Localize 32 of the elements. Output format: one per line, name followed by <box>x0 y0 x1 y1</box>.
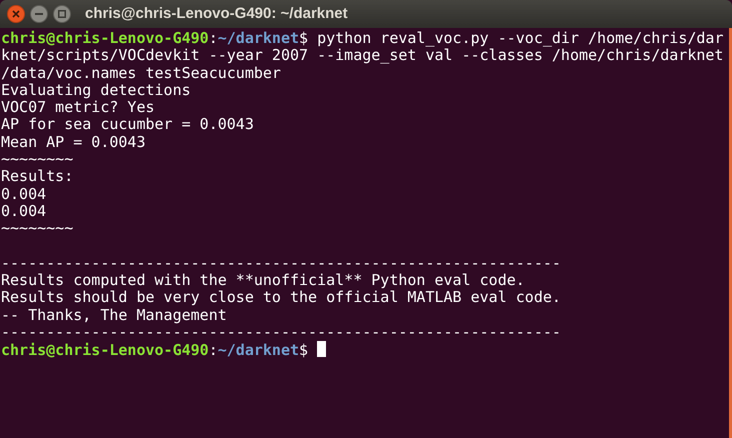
output-line: 0.004 <box>1 202 46 220</box>
minimize-icon <box>35 13 43 15</box>
output-line: Results should be very close to the official MATLAB eval code. <box>1 289 561 307</box>
output-line: Results: <box>1 168 74 186</box>
prompt-user-host: chris@chris-Lenovo-G490 <box>1 29 209 47</box>
output-line: Mean AP = 0.0043 <box>1 134 146 152</box>
output-line: knet/scripts/VOCdevkit --year 2007 --image_set val --classes /home/chris/darknet <box>1 47 724 65</box>
close-icon <box>12 10 20 18</box>
maximize-button[interactable] <box>53 5 71 23</box>
window-title: chris@chris-Lenovo-G490: ~/darknet <box>85 4 348 24</box>
maximize-icon <box>58 10 66 18</box>
close-button[interactable] <box>7 5 25 23</box>
output-line: /data/voc.names testSeacucumber <box>1 64 281 82</box>
output-line: ~~~~~~~~ <box>1 151 74 168</box>
prompt-user-host: chris@chris-Lenovo-G490 <box>1 341 209 360</box>
output-line: -------------------------------------------------------------- <box>1 254 561 272</box>
prompt-colon: : <box>208 341 218 360</box>
output-line: VOC07 metric? Yes <box>1 99 155 116</box>
output-line: AP for sea cucumber = 0.0043 <box>1 116 254 134</box>
output-line: ~~~~~~~~ <box>1 220 74 238</box>
command-text: python reval_voc.py --voc_dir /home/chris/dar <box>316 29 724 47</box>
prompt-symbol: $ <box>299 29 308 47</box>
prompt-path: ~/darknet <box>218 29 300 47</box>
prompt-path: ~/darknet <box>218 341 300 360</box>
output-line: 0.004 <box>1 186 46 203</box>
output-line: Results computed with the **unofficial** Python eval code. <box>1 272 525 290</box>
output-line: Evaluating detections <box>1 82 191 100</box>
minimize-button[interactable] <box>30 5 48 23</box>
prompt-colon: : <box>208 29 218 47</box>
prompt-symbol: $ <box>299 341 308 360</box>
output-line: -------------------------------------------------------------- <box>1 324 561 342</box>
output-line: -- Thanks, The Management <box>1 306 227 324</box>
